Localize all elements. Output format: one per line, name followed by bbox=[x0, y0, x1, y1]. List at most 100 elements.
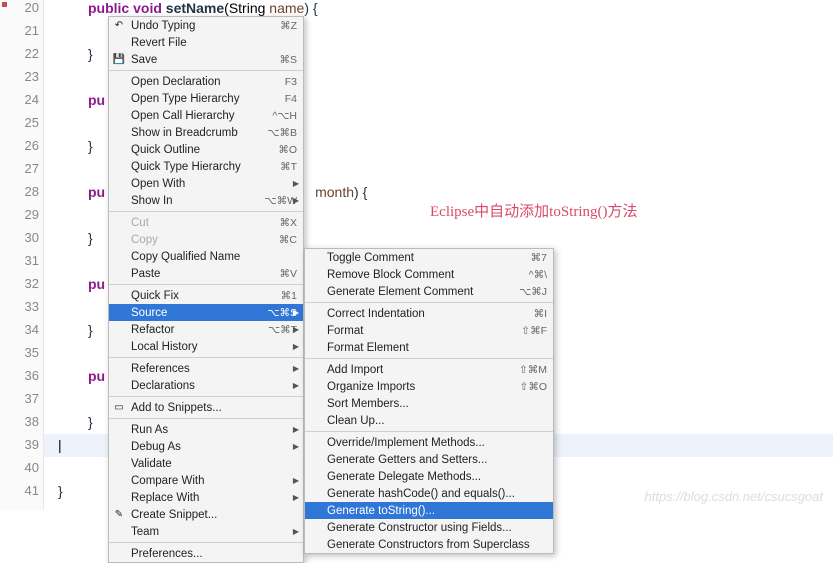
error-marker-icon bbox=[2, 2, 7, 7]
line-number: 36 bbox=[25, 368, 39, 383]
line-number: 35 bbox=[25, 345, 39, 360]
menu-item[interactable]: Paste⌘V bbox=[109, 265, 303, 282]
code-cursor: | bbox=[58, 437, 62, 453]
menu-shortcut: ⌘C bbox=[279, 234, 297, 246]
menu-item[interactable]: Organize Imports⇧⌘O bbox=[305, 378, 553, 395]
context-menu[interactable]: ↶Undo Typing⌘Z Revert File 💾Save⌘S Open Dec… bbox=[108, 16, 304, 563]
menu-item[interactable]: Refactor⌥⌘T▶ bbox=[109, 321, 303, 338]
menu-label: Remove Block Comment bbox=[327, 269, 521, 281]
menu-item[interactable]: Open Type Hierarchy F4 bbox=[109, 90, 303, 107]
menu-label: Run As bbox=[131, 424, 297, 436]
menu-label: Declarations bbox=[131, 380, 297, 392]
line-number: 38 bbox=[25, 414, 39, 429]
menu-label: Revert File bbox=[131, 37, 297, 49]
menu-label: Copy Qualified Name bbox=[131, 251, 297, 263]
line-number: 23 bbox=[25, 69, 39, 84]
menu-item[interactable]: Declarations▶ bbox=[109, 377, 303, 394]
menu-shortcut: ⌘T bbox=[280, 161, 297, 173]
menu-separator bbox=[109, 418, 303, 419]
code-line: } bbox=[88, 322, 93, 338]
menu-item[interactable]: Team▶ bbox=[109, 523, 303, 540]
menu-label: Refactor bbox=[131, 324, 260, 336]
menu-item[interactable]: 💾Save⌘S bbox=[109, 51, 303, 68]
menu-item[interactable]: Generate hashCode() and equals()... bbox=[305, 485, 553, 502]
menu-item[interactable]: Open DeclarationF3 bbox=[109, 73, 303, 90]
menu-label: Generate Delegate Methods... bbox=[327, 471, 547, 483]
menu-item[interactable]: Remove Block Comment^⌘\ bbox=[305, 266, 553, 283]
menu-shortcut: ⌘O bbox=[278, 144, 297, 156]
menu-label: References bbox=[131, 363, 297, 375]
menu-item[interactable]: Local History▶ bbox=[109, 338, 303, 355]
menu-item[interactable]: Override/Implement Methods... bbox=[305, 434, 553, 451]
menu-item[interactable]: Generate Constructors from Superclass bbox=[305, 536, 553, 553]
menu-label: Local History bbox=[131, 341, 297, 353]
menu-item[interactable]: Format⇧⌘F bbox=[305, 322, 553, 339]
menu-item[interactable]: Compare With▶ bbox=[109, 472, 303, 489]
menu-item[interactable]: ✎Create Snippet... bbox=[109, 506, 303, 523]
menu-item[interactable]: Copy⌘C bbox=[109, 231, 303, 248]
menu-item[interactable]: Revert File bbox=[109, 34, 303, 51]
menu-shortcut: ⌘7 bbox=[531, 252, 547, 264]
menu-label: Sort Members... bbox=[327, 398, 547, 410]
menu-label: Add Import bbox=[327, 364, 511, 376]
menu-item[interactable]: Open Call Hierarchy^⌥H bbox=[109, 107, 303, 124]
submenu-arrow-icon: ▶ bbox=[293, 196, 299, 205]
menu-item[interactable]: Generate Constructor using Fields... bbox=[305, 519, 553, 536]
menu-label: Generate Constructors from Superclass bbox=[327, 539, 547, 551]
menu-label: Generate hashCode() and equals()... bbox=[327, 488, 547, 500]
menu-item[interactable]: Cut⌘X bbox=[109, 214, 303, 231]
menu-item[interactable]: Quick Outline⌘O bbox=[109, 141, 303, 158]
menu-shortcut: ⌥⌘B bbox=[267, 127, 297, 139]
menu-label: Generate Element Comment bbox=[327, 286, 511, 298]
line-number: 21 bbox=[25, 23, 39, 38]
menu-item[interactable]: Generate Delegate Methods... bbox=[305, 468, 553, 485]
menu-shortcut: F4 bbox=[285, 93, 297, 105]
menu-item[interactable]: ▭Add to Snippets... bbox=[109, 399, 303, 416]
menu-item[interactable]: Generate Getters and Setters... bbox=[305, 451, 553, 468]
menu-item[interactable]: Add Import ⇧⌘M bbox=[305, 361, 553, 378]
menu-item[interactable]: Correct Indentation⌘I bbox=[305, 305, 553, 322]
menu-item[interactable]: Quick Type Hierarchy⌘T bbox=[109, 158, 303, 175]
menu-item[interactable]: Open With▶ bbox=[109, 175, 303, 192]
menu-shortcut: ⌘S bbox=[279, 54, 297, 66]
menu-item[interactable]: Sort Members... bbox=[305, 395, 553, 412]
source-submenu[interactable]: Toggle Comment⌘7Remove Block Comment^⌘\G… bbox=[304, 248, 554, 554]
menu-shortcut: ⇧⌘F bbox=[521, 325, 547, 337]
menu-item[interactable]: Generate toString()... bbox=[305, 502, 553, 519]
submenu-arrow-icon: ▶ bbox=[293, 476, 299, 485]
menu-item[interactable]: Clean Up... bbox=[305, 412, 553, 429]
submenu-arrow-icon: ▶ bbox=[293, 325, 299, 334]
menu-item[interactable]: Copy Qualified Name bbox=[109, 248, 303, 265]
menu-label: Team bbox=[131, 526, 297, 538]
line-number: 22 bbox=[25, 46, 39, 61]
menu-label: Open Type Hierarchy bbox=[131, 93, 277, 105]
menu-label: Generate toString()... bbox=[327, 505, 547, 517]
menu-item[interactable]: Show in Breadcrumb⌥⌘B bbox=[109, 124, 303, 141]
menu-label: Debug As bbox=[131, 441, 297, 453]
menu-item[interactable]: Generate Element Comment⌥⌘J bbox=[305, 283, 553, 300]
menu-icon: ▭ bbox=[113, 402, 125, 414]
menu-item[interactable]: Quick Fix⌘1 bbox=[109, 287, 303, 304]
menu-item[interactable]: Debug As▶ bbox=[109, 438, 303, 455]
menu-item[interactable]: Replace With▶ bbox=[109, 489, 303, 506]
menu-item[interactable]: Run As▶ bbox=[109, 421, 303, 438]
menu-item[interactable]: References▶ bbox=[109, 360, 303, 377]
menu-shortcut: ⇧⌘M bbox=[519, 364, 547, 376]
menu-shortcut: ⌘Z bbox=[280, 20, 297, 32]
menu-item[interactable]: Toggle Comment⌘7 bbox=[305, 249, 553, 266]
menu-item[interactable]: Source⌥⌘S▶ bbox=[109, 304, 303, 321]
menu-label: Quick Fix bbox=[131, 290, 273, 302]
menu-separator bbox=[109, 211, 303, 212]
menu-item[interactable]: Validate bbox=[109, 455, 303, 472]
menu-item[interactable]: Show In⌥⌘W▶ bbox=[109, 192, 303, 209]
line-number: 26 bbox=[25, 138, 39, 153]
submenu-arrow-icon: ▶ bbox=[293, 527, 299, 536]
menu-label: Generate Constructor using Fields... bbox=[327, 522, 547, 534]
menu-item[interactable]: Format Element bbox=[305, 339, 553, 356]
line-number: 41 bbox=[25, 483, 39, 498]
menu-shortcut: ^⌥H bbox=[272, 110, 297, 122]
menu-shortcut: ⇧⌘O bbox=[520, 381, 547, 393]
menu-item[interactable]: Preferences... bbox=[109, 545, 303, 562]
menu-shortcut: ⌘I bbox=[534, 308, 547, 320]
menu-item[interactable]: ↶Undo Typing⌘Z bbox=[109, 17, 303, 34]
